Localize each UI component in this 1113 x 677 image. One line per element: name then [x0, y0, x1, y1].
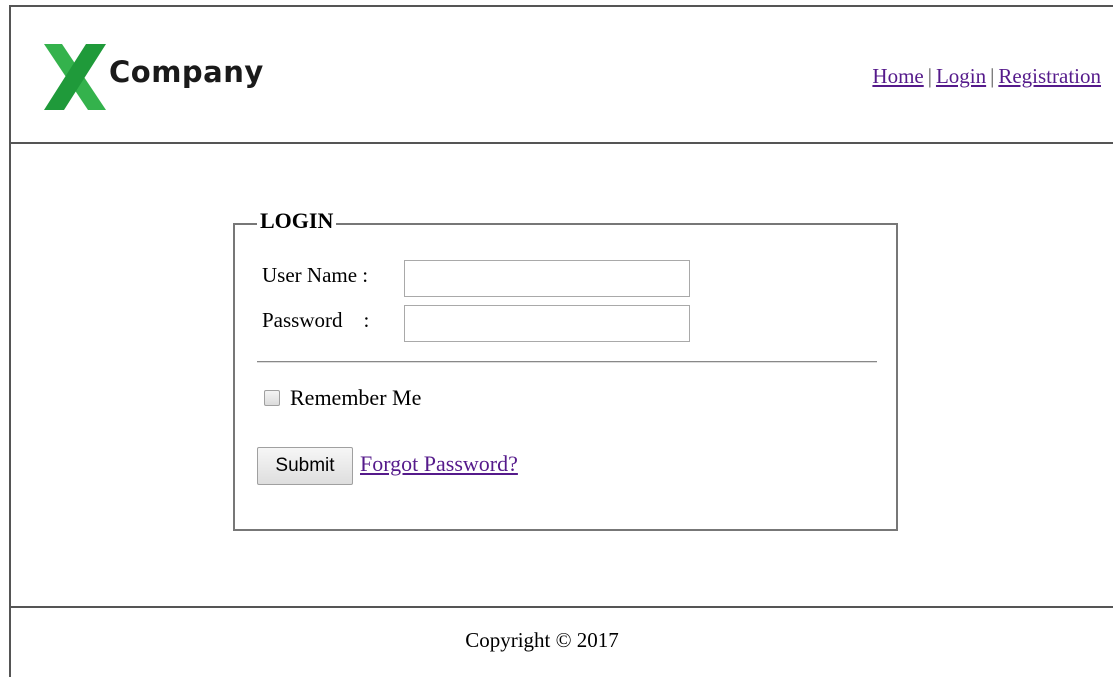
nav-separator: | — [990, 64, 995, 88]
top-nav: Home | Login | Registration — [872, 64, 1101, 89]
logo-text: Company — [109, 55, 264, 89]
nav-separator: | — [927, 64, 932, 88]
login-legend: LOGIN — [257, 208, 337, 234]
nav-home-link[interactable]: Home — [872, 64, 923, 88]
nav-registration-link[interactable]: Registration — [998, 64, 1101, 88]
remember-me-checkbox[interactable] — [264, 390, 280, 406]
copyright-text: Copyright © 2017 — [465, 628, 619, 652]
login-fieldset: LOGIN User Name : Password : Remember Me… — [233, 208, 898, 531]
main-content: LOGIN User Name : Password : Remember Me… — [9, 144, 1113, 608]
logo: Company — [42, 42, 272, 112]
x-logo-icon — [44, 44, 106, 110]
footer: Copyright © 2017 — [9, 606, 1113, 677]
username-input[interactable] — [404, 260, 690, 297]
remember-me-label: Remember Me — [290, 385, 422, 410]
header: Company Home | Login | Registration — [9, 5, 1113, 144]
nav-login-link[interactable]: Login — [936, 64, 986, 88]
page: Company Home | Login | Registration LOGIN Us… — [0, 0, 1113, 677]
submit-button[interactable]: Submit — [257, 447, 353, 485]
divider — [257, 361, 877, 363]
password-label: Password : — [262, 308, 370, 332]
forgot-password-link[interactable]: Forgot Password? — [360, 451, 518, 477]
username-label: User Name : — [262, 263, 369, 287]
password-input[interactable] — [404, 305, 690, 342]
